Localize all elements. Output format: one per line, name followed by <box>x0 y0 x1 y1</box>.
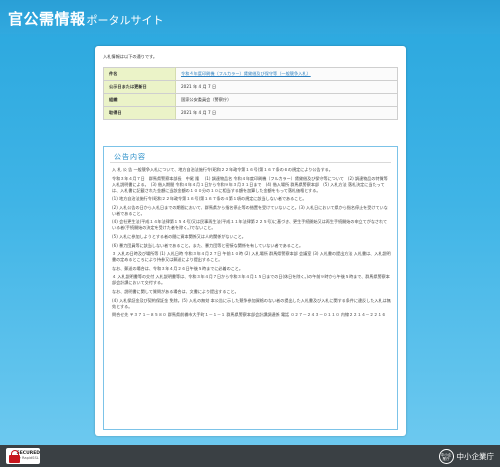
info-label: 組織 <box>103 93 176 107</box>
notice-paragraphs: 入 札 公 告 一般競争入札について、地方自治法施行令(昭和２２年政令第１６号)… <box>112 167 391 321</box>
ssl-secured-badge[interactable]: SECURED by RapidSSL <box>6 448 40 464</box>
notice-paragraph: ４ 入札説明書等の交付 入札説明書等は、令和３年４月７日から令和３年４月１５日ま… <box>112 274 390 286</box>
notice-paragraph: (1) 地方自治法施行令(昭和２２年政令第１６号)第１６７条の４第１項の規定に該… <box>112 196 307 202</box>
notice-paragraph: ３ 入札の日時及び場所等 (1) 入札日時 令和３年４月２７日 午前１０時 (2… <box>112 251 391 263</box>
info-row-acquired: 取得日 2021 年 4 月 7 日 <box>103 106 398 120</box>
notice-paragraph: (2) 入札公告の日から入札日までの期間において、群馬県から指名停止等の措置を受… <box>112 204 388 216</box>
notice-paragraph: なお、説明書に関して質問がある場合は、文書により提出すること。 <box>112 288 239 294</box>
notice-paragraph: 令和３年４月７日 群馬県警察本部長 中尾 隆 (1) 調達物品名 令和４年度印刷… <box>112 175 388 193</box>
subject-link[interactable]: 令和４年度印刷機（フルカラー）賃貸借及び保守等（一般競争入札） <box>181 71 311 76</box>
notice-paragraph: (6) 暴力団員等に該当しない者であること。また、暴力団等と密接な関係を有してい… <box>112 242 304 248</box>
notice-paragraph: (4) 入札保証金及び契約保証金 免除。(5) 入札の無効 本公告に示した競争参… <box>112 297 391 309</box>
site-title-sub: ポータルサイト <box>86 14 164 27</box>
notice-content-title: 公告内容 <box>114 153 146 161</box>
notice-paragraph: 問合せ先 〒３７１－８５８０ 群馬県前橋市大手町１－１－１ 群馬県警察本部会計課… <box>112 312 386 318</box>
info-label: 件名 <box>103 67 176 81</box>
info-value: 国家公安委員会（警察庁） <box>175 93 398 107</box>
site-logo[interactable]: 官公需情報ポータルサイト <box>8 8 164 29</box>
agency-name: 中小企業庁 <box>456 452 495 461</box>
info-row-organization: 組織 国家公安委員会（警察庁） <box>103 93 398 107</box>
notice-paragraph: 入 札 公 告 一般競争入札について、地方自治法施行令(昭和２２年政令第１６号)… <box>112 167 333 172</box>
site-title-main: 官公需情報 <box>8 10 86 28</box>
notice-content-box: 公告内容 入 札 公 告 一般競争入札について、地方自治法施行令(昭和２２年政令… <box>103 146 398 430</box>
divider <box>110 162 391 163</box>
notice-paragraph: (4) 会社更生法(平成１４年法律第１５４号)又は民事再生法(平成１１年法律第２… <box>112 219 388 231</box>
info-value: 2021 年 4 月 7 日 <box>175 80 398 94</box>
info-label: 公示日または更新日 <box>103 80 176 94</box>
site-header: 官公需情報ポータルサイト <box>0 0 500 34</box>
notice-paragraph: (5) 入札に参加しようとする者の間に資本関係又は人的関係がないこと。 <box>112 233 246 239</box>
agency-emblem-icon: 中小企業庁 <box>438 449 454 464</box>
info-table: 件名 令和４年度印刷機（フルカラー）賃貸借及び保守等（一般競争入札） 公示日また… <box>103 67 398 120</box>
info-row-date: 公示日または更新日 2021 年 4 月 7 日 <box>103 80 398 94</box>
lock-icon <box>8 449 20 463</box>
site-footer: SECURED by RapidSSL 中小企業庁 中小企業庁 <box>0 445 500 467</box>
notice-paragraph: なお、郵送の場合は、令和３年４月２６日午後５時までに必着のこと。 <box>112 265 243 271</box>
info-value: 令和４年度印刷機（フルカラー）賃貸借及び保守等（一般競争入札） <box>175 67 398 81</box>
info-label: 取得日 <box>103 106 176 120</box>
intro-text: 入札情報は以下の通りです。 <box>103 54 158 59</box>
agency-logo[interactable]: 中小企業庁 中小企業庁 <box>438 449 495 464</box>
info-row-subject: 件名 令和４年度印刷機（フルカラー）賃貸借及び保守等（一般競争入札） <box>103 67 398 81</box>
info-value: 2021 年 4 月 7 日 <box>175 106 398 120</box>
detail-panel: 入札情報は以下の通りです。 件名 令和４年度印刷機（フルカラー）賃貸借及び保守等… <box>95 46 406 436</box>
